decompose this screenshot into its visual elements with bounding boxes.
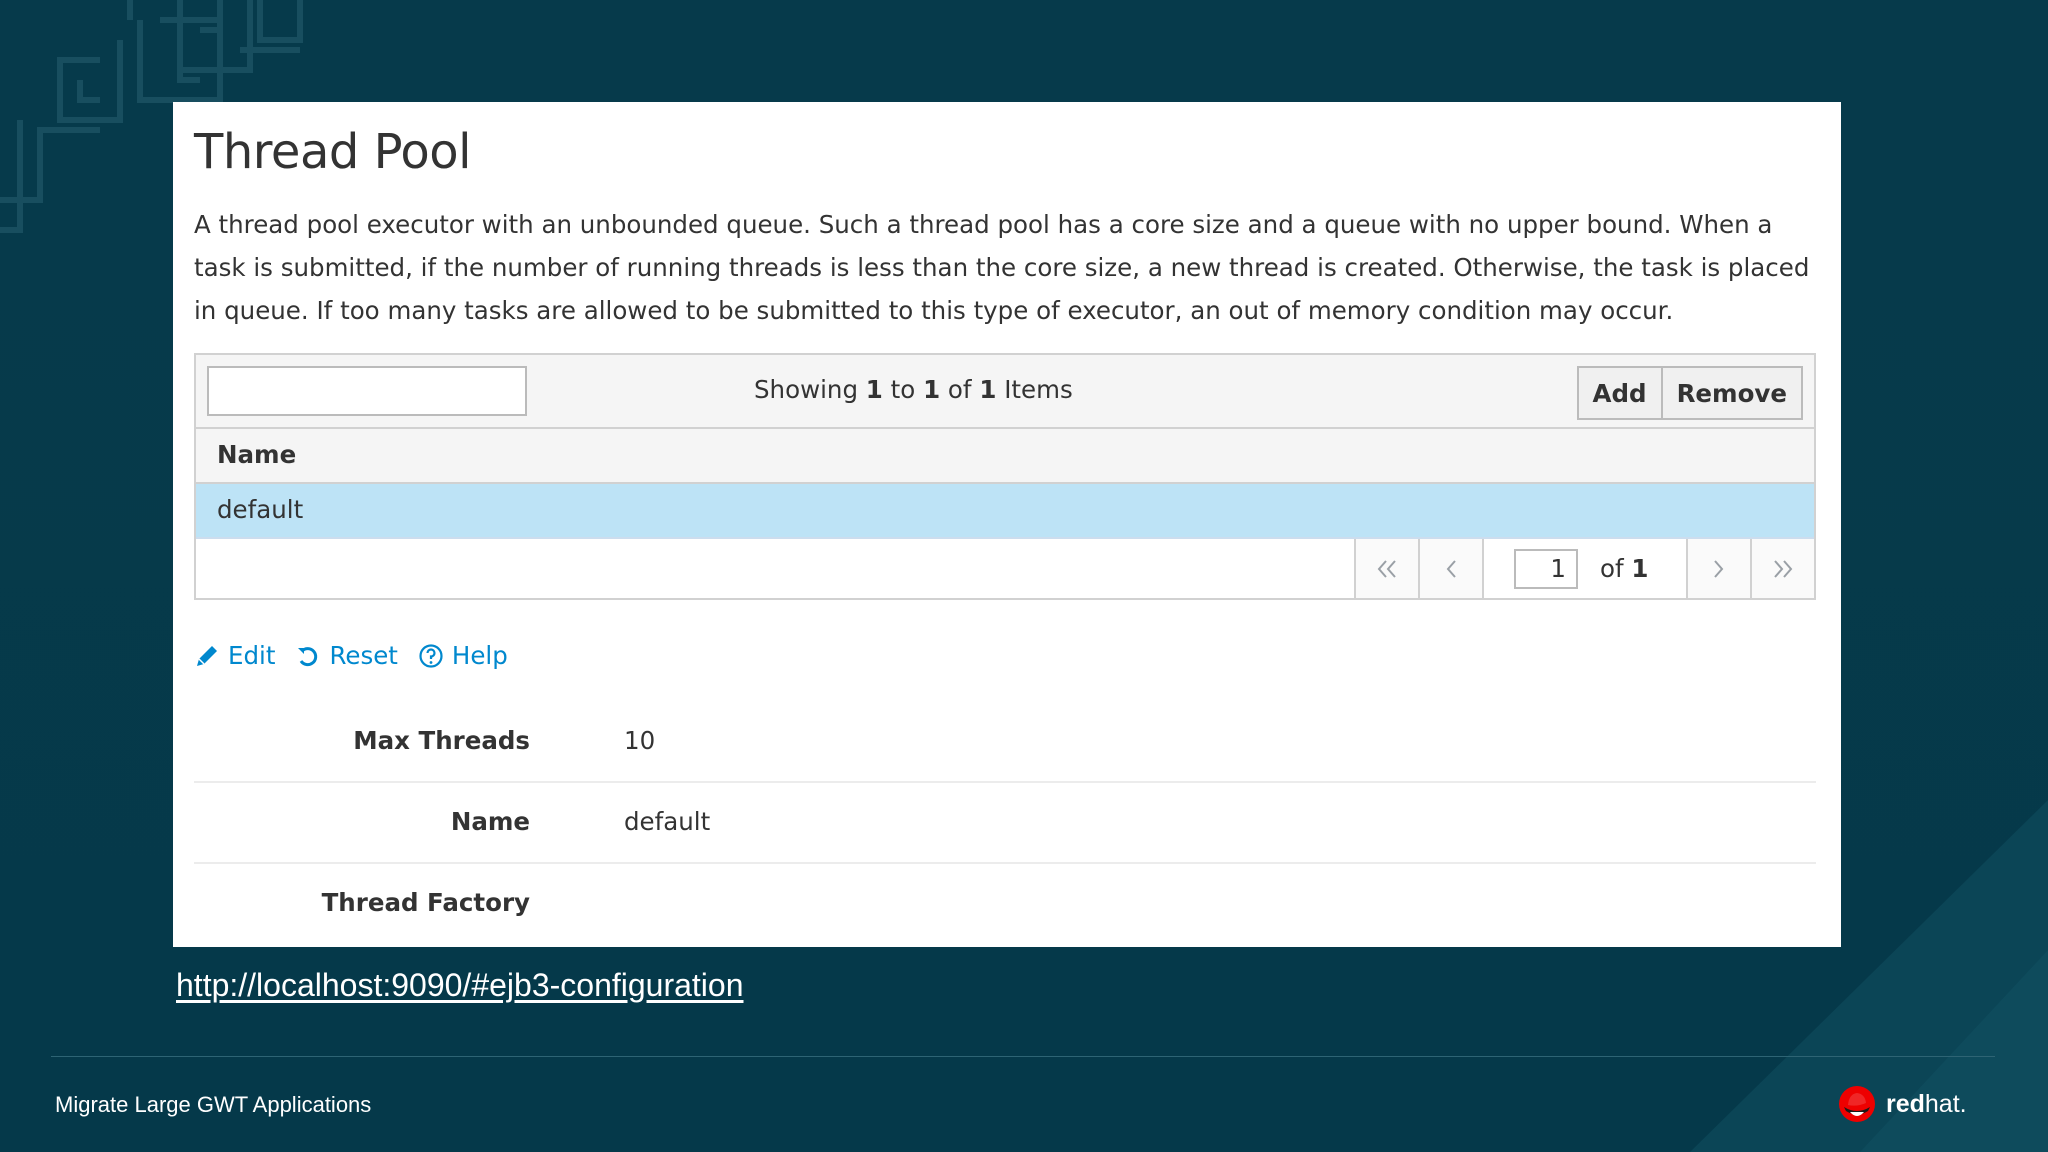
help-link[interactable]: Help [418, 641, 508, 670]
page-number-input[interactable] [1514, 548, 1578, 589]
footer-title: Migrate Large GWT Applications [55, 1092, 372, 1117]
attribute-label: Max Threads [353, 726, 530, 755]
attribute-row: Max Threads 10 [194, 702, 1816, 783]
thread-pool-panel: Thread Pool A thread pool executor with … [173, 102, 1841, 947]
next-page-button[interactable] [1686, 539, 1750, 598]
attribute-row: Name default [194, 783, 1816, 864]
reset-link[interactable]: Reset [295, 641, 398, 670]
help-circle-icon [419, 643, 443, 668]
items-count: Showing 1 to 1 of 1 Items [754, 375, 1073, 404]
table-button-group: Add Remove [1576, 366, 1803, 420]
attributes-form: Max Threads 10 Name default Thread Facto… [194, 702, 1816, 945]
page-indicator: of 1 [1482, 539, 1686, 598]
edit-link[interactable]: Edit [194, 641, 275, 670]
attribute-label: Name [450, 807, 530, 836]
last-page-button[interactable] [1750, 539, 1814, 598]
add-button[interactable]: Add [1576, 366, 1663, 420]
footer-divider [51, 1056, 1995, 1057]
attribute-label: Thread Factory [321, 888, 530, 917]
column-header-name[interactable]: Name [196, 429, 1814, 484]
attribute-row: Thread Factory [194, 864, 1816, 945]
undo-icon [298, 646, 318, 666]
thread-pool-table: Showing 1 to 1 of 1 Items Add Remove Nam… [194, 353, 1816, 600]
table-toolbar: Showing 1 to 1 of 1 Items Add Remove [196, 355, 1814, 429]
first-page-button[interactable] [1354, 539, 1418, 598]
chevron-right-icon [1714, 559, 1724, 578]
table-row[interactable]: default [196, 484, 1814, 539]
console-url-link[interactable]: http://localhost:9090/#ejb3-configuratio… [176, 967, 744, 1004]
shadowman-icon [1839, 1086, 1875, 1122]
table-pager: of 1 [1354, 539, 1814, 598]
chevron-left-icon [1446, 559, 1456, 578]
redhat-logo: redhat. [1838, 1085, 1967, 1123]
page-description: A thread pool executor with an unbounded… [194, 210, 1810, 325]
double-chevron-left-icon [1377, 559, 1396, 578]
remove-button[interactable]: Remove [1662, 366, 1803, 420]
attribute-value: 10 [624, 726, 656, 755]
pencil-icon [197, 645, 217, 666]
filter-input[interactable] [207, 366, 527, 416]
form-actions: Edit Reset Help [194, 641, 508, 670]
page-title: Thread Pool [194, 124, 471, 180]
double-chevron-right-icon [1774, 559, 1793, 578]
previous-page-button[interactable] [1418, 539, 1482, 598]
attribute-value: default [624, 807, 711, 836]
